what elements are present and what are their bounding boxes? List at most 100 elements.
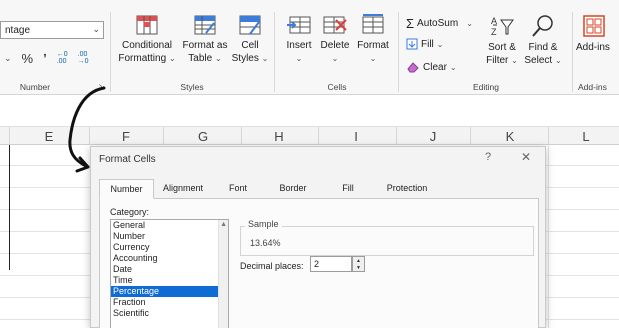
format-label: Format bbox=[357, 40, 389, 51]
percent-icon[interactable]: % bbox=[22, 51, 34, 66]
delete-label: Delete bbox=[320, 40, 350, 51]
category-item-date[interactable]: Date bbox=[111, 264, 228, 275]
editing-group: Σ AutoSum ⌄ Fill ⌄ Clear ⌄ A Z Sort & Fi… bbox=[402, 0, 570, 95]
cells-group: Insert ⌄ Delete ⌄ Format ⌄ Cells bbox=[278, 0, 396, 95]
format-cells-icon bbox=[362, 14, 384, 34]
format-as-table-button[interactable]: Format as Table ⌄ bbox=[180, 14, 230, 65]
sort-filter-label-1: Sort & bbox=[488, 42, 516, 53]
chevron-down-icon: ⌄ bbox=[92, 24, 100, 34]
format-as-table-icon bbox=[194, 15, 216, 35]
column-header-i[interactable]: I bbox=[316, 129, 396, 144]
chevron-down-icon: ⌄ bbox=[554, 56, 562, 65]
column-header-l[interactable]: L bbox=[546, 129, 619, 144]
find-select-label-1: Find & bbox=[528, 42, 558, 53]
format-cells-button[interactable]: Format ⌄ bbox=[354, 14, 392, 65]
find-select-button[interactable]: Find & Select ⌄ bbox=[522, 14, 564, 67]
tab-protection[interactable]: Protection bbox=[375, 179, 439, 199]
sample-frame bbox=[240, 226, 534, 256]
cell-styles-label-2: Styles bbox=[231, 53, 259, 64]
clear-icon bbox=[407, 62, 419, 73]
cell-styles-label-1: Cell bbox=[241, 40, 259, 51]
chevron-down-icon: ⌄ bbox=[466, 19, 473, 28]
conditional-formatting-icon bbox=[136, 15, 158, 35]
insert-label: Insert bbox=[286, 40, 312, 51]
category-item-fraction[interactable]: Fraction bbox=[111, 297, 228, 308]
chevron-down-icon: ⌄ bbox=[449, 62, 457, 72]
category-item-time[interactable]: Time bbox=[111, 275, 228, 286]
conditional-formatting-label-1: Conditional bbox=[121, 40, 173, 51]
category-label: Category: bbox=[110, 207, 150, 217]
cell-styles-icon bbox=[239, 15, 261, 35]
category-item-percentage[interactable]: Percentage bbox=[111, 286, 228, 297]
tab-alignment[interactable]: Alignment bbox=[155, 179, 211, 199]
format-as-table-label-1: Format as bbox=[182, 40, 228, 51]
decimal-places-input[interactable]: 2 bbox=[310, 256, 352, 272]
delete-cells-icon bbox=[323, 16, 347, 34]
group-divider bbox=[274, 12, 275, 92]
autosum-icon: Σ bbox=[406, 16, 415, 31]
chevron-down-icon: ⌄ bbox=[369, 54, 377, 63]
add-ins-button[interactable]: Add-ins bbox=[576, 14, 619, 54]
dialog-title: Format Cells bbox=[99, 154, 156, 165]
chevron-down-icon: ⌄ bbox=[331, 54, 339, 63]
autosum-button[interactable]: Σ AutoSum ⌄ bbox=[406, 16, 473, 31]
category-item-accounting[interactable]: Accounting bbox=[111, 253, 228, 264]
chevron-down-icon: ⌄ bbox=[295, 54, 303, 63]
conditional-formatting-label-2: Formatting bbox=[118, 53, 167, 64]
chevron-down-icon: ⌄ bbox=[261, 54, 269, 63]
fill-button[interactable]: Fill ⌄ bbox=[406, 38, 443, 50]
decrease-decimal-icon[interactable]: .00 →0 bbox=[78, 51, 89, 66]
tab-fill[interactable]: Fill bbox=[323, 179, 373, 199]
autosum-label: AutoSum bbox=[417, 18, 459, 29]
editing-group-label: Editing bbox=[473, 82, 499, 92]
tab-font[interactable]: Font bbox=[213, 179, 263, 199]
comma-icon[interactable]: ʼ bbox=[43, 51, 47, 66]
clear-button[interactable]: Clear ⌄ bbox=[406, 61, 457, 73]
column-header-j[interactable]: J bbox=[393, 129, 473, 144]
category-item-general[interactable]: General bbox=[111, 220, 228, 231]
cell-styles-button[interactable]: Cell Styles ⌄ bbox=[228, 14, 272, 65]
column-header-h[interactable]: H bbox=[239, 129, 319, 144]
scroll-up-icon[interactable]: ▲ bbox=[220, 221, 227, 228]
delete-cells-button[interactable]: Delete ⌄ bbox=[318, 14, 352, 65]
category-scrollbar[interactable]: ▲ bbox=[218, 220, 228, 328]
column-gridline bbox=[548, 145, 549, 328]
number-format-value: ntage bbox=[5, 25, 31, 36]
decimal-places-stepper[interactable]: ▲ ▼ bbox=[352, 256, 365, 272]
column-header-g[interactable]: G bbox=[163, 129, 243, 144]
chevron-down-icon: ⌄ bbox=[214, 54, 222, 63]
category-list[interactable]: General Number Currency Accounting Date … bbox=[110, 219, 229, 328]
sort-filter-icon: A Z bbox=[491, 16, 514, 37]
clear-label: Clear bbox=[423, 61, 447, 73]
category-item-scientific[interactable]: Scientific bbox=[111, 308, 228, 319]
close-icon[interactable]: ✕ bbox=[521, 150, 531, 164]
conditional-formatting-button[interactable]: Conditional Formatting ⌄ bbox=[116, 14, 178, 65]
find-select-label-2: Select bbox=[524, 55, 553, 66]
fill-icon bbox=[406, 38, 418, 50]
column-header-k[interactable]: K bbox=[470, 129, 550, 144]
find-select-icon bbox=[532, 15, 553, 37]
number-format-dropdown[interactable]: ntage ⌄ bbox=[0, 21, 104, 39]
increase-decimal-icon[interactable]: ←0.00 bbox=[57, 51, 68, 66]
spin-down-icon[interactable]: ▼ bbox=[356, 265, 361, 271]
tab-border[interactable]: Border bbox=[265, 179, 321, 199]
currency-chevron-icon[interactable]: ⌄ bbox=[4, 53, 12, 64]
number-format-buttons: ⌄ % ʼ ←0.00 .00 →0 bbox=[4, 50, 89, 66]
format-as-table-label-2: Table bbox=[188, 53, 213, 64]
chevron-down-icon: ⌄ bbox=[436, 39, 444, 49]
dialog-tabs: Number Alignment Font Border Fill Protec… bbox=[99, 179, 539, 199]
tab-number[interactable]: Number bbox=[99, 179, 154, 199]
insert-cells-icon bbox=[287, 16, 311, 34]
selection-border bbox=[9, 145, 10, 270]
spin-up-icon[interactable]: ▲ bbox=[356, 258, 361, 264]
category-item-currency[interactable]: Currency bbox=[111, 242, 228, 253]
chevron-down-icon: ⌄ bbox=[168, 54, 176, 63]
help-icon[interactable]: ? bbox=[485, 151, 491, 163]
styles-group-label: Styles bbox=[180, 82, 204, 92]
addins-group-label: Add-ins bbox=[578, 82, 607, 92]
number-tab-panel: Category: General Number Currency Accoun… bbox=[99, 199, 539, 328]
group-divider bbox=[110, 12, 111, 92]
insert-cells-button[interactable]: Insert ⌄ bbox=[282, 14, 316, 65]
category-item-number[interactable]: Number bbox=[111, 231, 228, 242]
sort-filter-button[interactable]: A Z Sort & Filter ⌄ bbox=[482, 14, 522, 67]
